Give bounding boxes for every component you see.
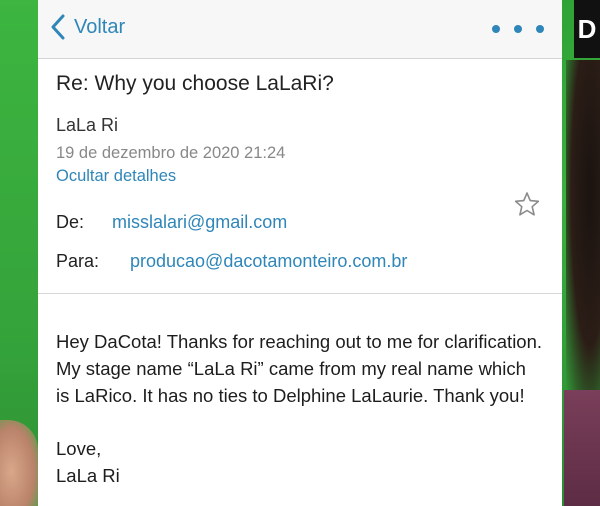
back-button[interactable]: Voltar <box>50 14 125 40</box>
from-address-link[interactable]: misslalari@gmail.com <box>112 212 287 233</box>
navigation-bar: Voltar <box>38 0 562 59</box>
hand-image <box>0 420 38 506</box>
star-icon[interactable] <box>514 191 540 217</box>
email-body-text: Hey DaCota! Thanks for reaching out to m… <box>56 331 543 406</box>
chevron-left-icon <box>51 14 65 40</box>
more-options-button[interactable] <box>492 20 544 38</box>
email-body: Hey DaCota! Thanks for reaching out to m… <box>38 294 562 489</box>
to-row: Para: producao@dacotamonteiro.com.br <box>56 251 544 272</box>
mail-app-screen: Voltar Re: Why you choose LaLaRi? LaLa R… <box>38 0 562 506</box>
green-screen-background-right <box>560 0 600 506</box>
channel-logo: D <box>574 0 600 58</box>
sender-name: LaLa Ri <box>56 115 119 135</box>
from-row: De: misslalari@gmail.com <box>56 212 544 233</box>
email-signature: LaLa Ri <box>56 465 120 486</box>
email-header: Re: Why you choose LaLaRi? LaLa Ri 19 de… <box>38 59 562 294</box>
more-dots-icon <box>492 25 500 33</box>
more-dots-icon <box>514 25 522 33</box>
person-shirt-image <box>564 390 600 506</box>
person-hair-image <box>566 60 600 390</box>
more-dots-icon <box>536 25 544 33</box>
email-closing: Love, <box>56 438 102 459</box>
back-button-label: Voltar <box>74 15 126 38</box>
email-subject: Re: Why you choose LaLaRi? <box>56 72 334 95</box>
to-label: Para: <box>56 251 100 271</box>
to-address-link[interactable]: producao@dacotamonteiro.com.br <box>130 251 407 272</box>
hide-details-link[interactable]: Ocultar detalhes <box>56 167 544 186</box>
from-label: De: <box>56 212 85 232</box>
email-date: 19 de dezembro de 2020 21:24 <box>56 144 286 162</box>
